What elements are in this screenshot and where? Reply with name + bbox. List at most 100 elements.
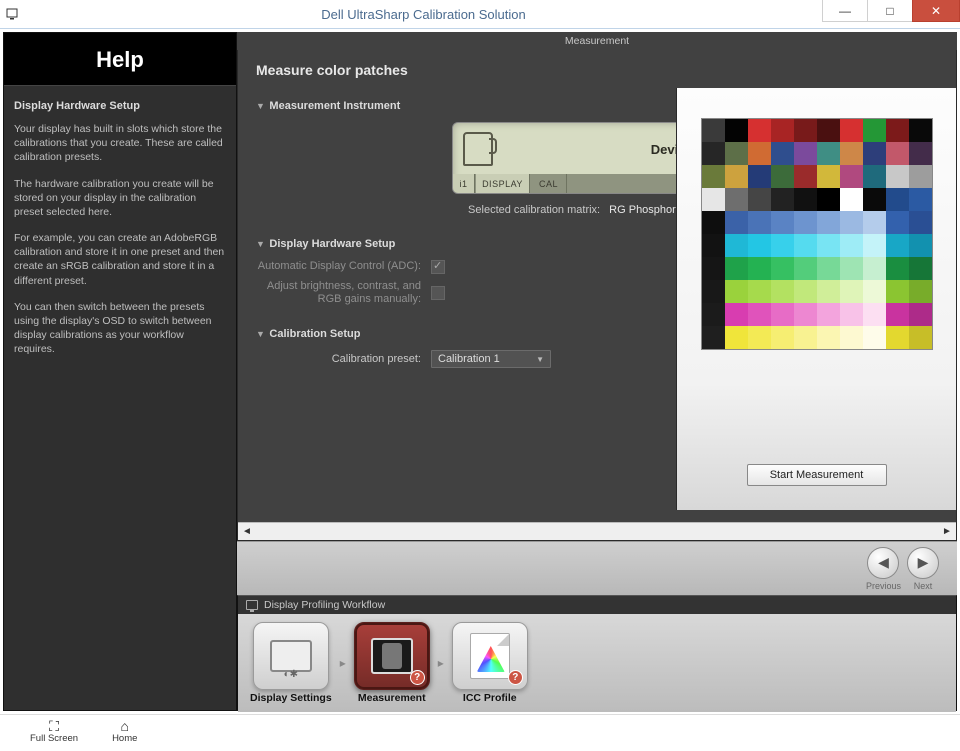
color-patch [794,142,817,165]
step-separator-icon: ▸ [438,656,444,670]
help-badge-icon[interactable]: ? [410,670,425,685]
next-button[interactable]: ▶ [907,547,939,579]
color-patch [840,257,863,280]
workflow-step-measurement[interactable]: ? [354,622,430,690]
minimize-button[interactable]: — [822,0,868,22]
workflow-step-label: ICC Profile [463,692,517,704]
preview-panel: Start Measurement [676,88,956,510]
color-patch [840,303,863,326]
color-patch [725,119,748,142]
help-badge-icon[interactable]: ? [508,670,523,685]
scroll-track[interactable] [256,523,938,540]
color-patch [702,303,725,326]
start-measurement-button[interactable]: Start Measurement [747,464,887,486]
page-title: Measure color patches [256,62,938,78]
color-patch [909,257,932,280]
workflow-step-icc-profile[interactable]: ? [452,622,528,690]
lcd-seg-display: DISPLAY [476,174,530,193]
color-patch [886,257,909,280]
color-patch [748,211,771,234]
window-title: Dell UltraSharp Calibration Solution [24,7,823,22]
home-icon: ⌂ [121,719,129,733]
previous-button[interactable]: ◀ [867,547,899,579]
color-patch [725,142,748,165]
manual-gains-checkbox[interactable] [431,286,445,300]
color-patch [886,119,909,142]
color-patch [748,234,771,257]
color-patch [886,234,909,257]
color-patch [771,188,794,211]
help-paragraph: You can then switch between the presets … [14,300,226,357]
maximize-button[interactable]: □ [867,0,913,22]
color-patch [886,303,909,326]
color-patch [817,142,840,165]
color-patch [794,234,817,257]
color-patch-grid [701,118,933,350]
matrix-label: Selected calibration matrix: [468,204,600,216]
color-patch [702,188,725,211]
color-patch [909,280,932,303]
color-patch [725,211,748,234]
device-icon [463,132,493,166]
next-label: Next [914,581,933,591]
adc-checkbox[interactable] [431,260,445,274]
color-patch [886,165,909,188]
color-patch [702,326,725,349]
color-patch [771,303,794,326]
icc-profile-icon [470,633,510,679]
home-label: Home [112,733,137,744]
color-patch [725,165,748,188]
color-patch [817,188,840,211]
scroll-right-button[interactable]: ► [938,523,956,540]
color-patch [863,326,886,349]
color-patch [794,280,817,303]
full-screen-button[interactable]: ⛶ Full Screen [30,719,78,744]
color-patch [863,119,886,142]
color-patch [909,165,932,188]
color-patch [794,119,817,142]
horizontal-scrollbar[interactable]: ◄ ► [238,522,956,540]
lcd-seg-cal: CAL [531,174,567,193]
color-patch [840,234,863,257]
display-settings-icon [270,640,312,672]
color-patch [840,280,863,303]
color-patch [725,234,748,257]
workflow-step-display-settings[interactable] [253,622,329,690]
close-button[interactable]: ✕ [912,0,960,22]
color-patch [886,326,909,349]
calibration-preset-select[interactable]: Calibration 1 ▼ [431,350,551,368]
color-patch [840,119,863,142]
help-sidebar: Help Display Hardware Setup Your display… [3,32,237,711]
color-patch [909,188,932,211]
color-patch [863,188,886,211]
workflow-strip: Display Profiling Workflow Display Setti… [237,595,957,711]
color-patch [794,188,817,211]
color-patch [702,234,725,257]
adc-label: Automatic Display Control (ADC): [256,260,431,273]
color-patch [771,280,794,303]
full-screen-icon: ⛶ [49,719,59,733]
color-patch [794,303,817,326]
app-icon [0,0,24,29]
color-patch [817,234,840,257]
color-patch [771,234,794,257]
color-patch [725,326,748,349]
color-patch [702,211,725,234]
measurement-icon [371,638,413,674]
color-patch [909,234,932,257]
home-button[interactable]: ⌂ Home [112,719,137,744]
workflow-title: Display Profiling Workflow [264,599,385,611]
color-patch [840,188,863,211]
color-patch [702,142,725,165]
color-patch [817,119,840,142]
chevron-down-icon: ▼ [536,355,544,364]
color-patch [886,142,909,165]
scroll-left-button[interactable]: ◄ [238,523,256,540]
color-patch [748,165,771,188]
color-patch [725,188,748,211]
previous-label: Previous [866,581,901,591]
color-patch [863,280,886,303]
color-patch [863,165,886,188]
color-patch [702,119,725,142]
color-patch [840,326,863,349]
